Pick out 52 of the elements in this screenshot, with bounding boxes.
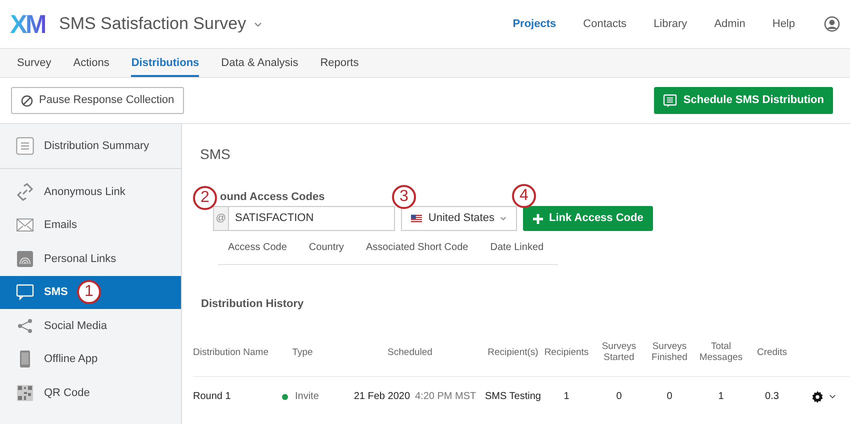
sidebar-item[interactable]: Emails: [0, 208, 181, 242]
sidebar-item[interactable]: Social Media: [0, 309, 181, 342]
table-cell-text: 0.3: [765, 390, 779, 404]
section-title: SMS: [200, 145, 232, 164]
table-cell-text: 0: [666, 390, 672, 404]
column-header: Scheduled: [386, 346, 434, 358]
column-header: Surveys Finished: [650, 341, 688, 363]
callout-number: 4: [512, 184, 536, 208]
nav-link[interactable]: Admin: [714, 16, 746, 32]
column-header: Recipient(s): [486, 346, 540, 358]
column-header: Total Messages: [698, 341, 744, 363]
nav-link[interactable]: Help: [772, 16, 795, 32]
nav-link[interactable]: Contacts: [583, 16, 627, 32]
column-header: Recipients: [543, 346, 590, 358]
section-heading: ound Access Codes: [220, 191, 325, 203]
tab[interactable]: Survey: [17, 49, 52, 77]
sidebar-item[interactable]: QR Code: [0, 376, 181, 410]
sidebar-item[interactable]: Offline App: [0, 342, 181, 376]
column-header: Surveys Started: [600, 341, 638, 363]
table-cell-text: 4:20 PM MST: [415, 390, 476, 404]
callout-number: 2: [193, 186, 217, 210]
access-code-field[interactable]: @ SATISFACTION: [213, 206, 395, 231]
table-cell-text: 1: [564, 390, 570, 404]
country-dropdown[interactable]: United States: [401, 206, 517, 231]
column-header: Country: [308, 241, 344, 255]
schedule-button[interactable]: Schedule SMS Distribution: [654, 87, 833, 114]
table-cell-text: Invite: [295, 390, 319, 404]
sidebar-item[interactable]: Anonymous Link: [0, 175, 181, 208]
table-cell-text: 21 Feb 2020: [354, 390, 410, 404]
column-header: Type: [291, 346, 314, 358]
nav-link[interactable]: Library: [654, 16, 688, 32]
tab[interactable]: Actions: [73, 49, 110, 77]
column-header: Access Code: [228, 241, 287, 255]
column-header: Distribution Name: [193, 346, 270, 358]
table-cell-text: 1: [718, 390, 724, 404]
sidebar-item[interactable]: Personal Links: [0, 242, 181, 276]
tab[interactable]: Data & Analysis: [221, 49, 298, 77]
column-header: Date Linked: [490, 241, 544, 255]
link-access-code-button[interactable]: Link Access Code: [523, 206, 654, 231]
table-cell-text: Round 1: [193, 390, 232, 404]
table-cell-text: 0: [616, 390, 622, 404]
survey-title: SMS Satisfaction Survey: [59, 13, 246, 36]
section-heading: Distribution History: [201, 297, 305, 312]
callout-number: 3: [392, 185, 416, 209]
column-header: Credits: [756, 346, 788, 358]
pause-button[interactable]: Pause Response Collection: [11, 87, 184, 114]
tab[interactable]: Reports: [320, 49, 359, 77]
sidebar-link[interactable]: Distribution Summary: [44, 138, 150, 154]
table-cell-text: SMS Testing: [485, 390, 541, 404]
tab[interactable]: Distributions: [131, 49, 200, 77]
column-header: Associated Short Code: [366, 241, 468, 255]
nav-link[interactable]: Projects: [512, 16, 556, 32]
